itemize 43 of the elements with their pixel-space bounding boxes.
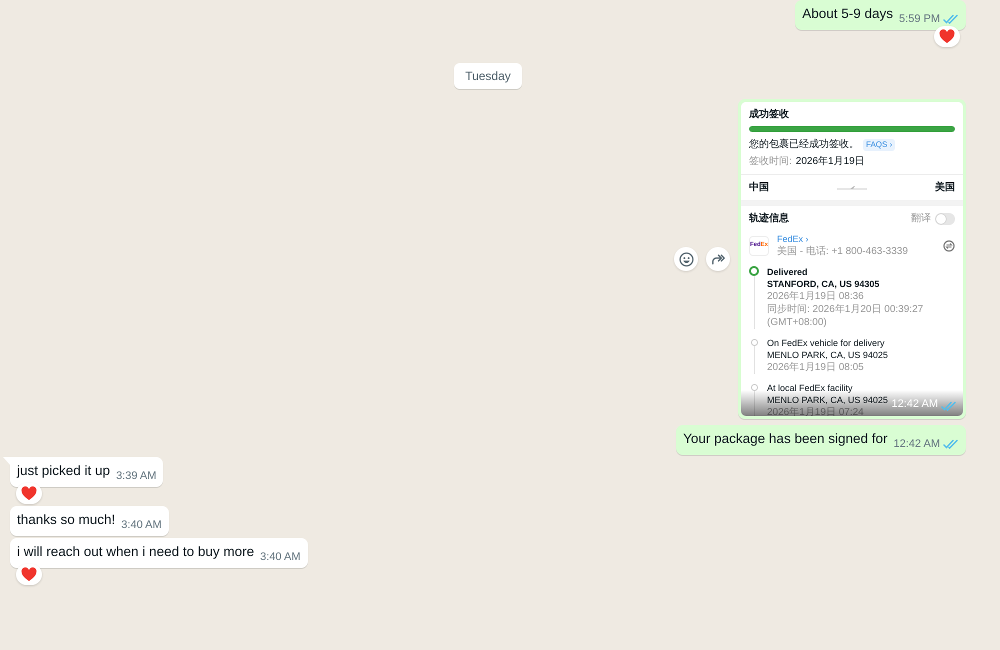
smiley-icon	[678, 250, 694, 268]
carrier-contact: 美国 - 电话: +1 800-463-3339	[777, 245, 909, 258]
message-text: About 5-9 days	[802, 6, 894, 21]
event-time: 2026年1月19日 07:24	[767, 406, 865, 416]
translate-label: 翻译	[911, 212, 931, 225]
faq-link[interactable]: FAQS ›	[863, 138, 896, 150]
event-time: 2026年1月19日 08:36	[767, 290, 865, 303]
reaction-badge[interactable]	[934, 26, 960, 47]
message-time: 3:40 AM	[260, 550, 300, 565]
reaction-badge[interactable]	[16, 483, 42, 504]
status-title: 成功签收	[749, 108, 790, 121]
circle-arrows-icon	[943, 240, 955, 252]
date-label: Tuesday	[454, 63, 522, 89]
route-icon	[837, 184, 867, 190]
event-location: MENLO PARK, CA, US 94025	[767, 349, 888, 361]
message-time: 3:39 AM	[116, 469, 156, 484]
translate-toggle[interactable]	[935, 212, 955, 224]
event-location: MENLO PARK, CA, US 94025	[767, 394, 888, 406]
sign-date: 2026年1月19日	[796, 155, 865, 168]
sign-label: 签收时间:	[749, 155, 792, 168]
image-message[interactable]	[738, 99, 966, 419]
message-text: just picked it up	[17, 463, 110, 478]
message-text: thanks so much!	[17, 512, 116, 527]
status-text: 您的包裹已经成功签收。	[749, 138, 859, 151]
message-time: 12:42 AM	[892, 396, 938, 412]
message-text: Your package has been signed for	[683, 431, 888, 446]
reaction-badge[interactable]	[16, 564, 42, 585]
forward-button[interactable]	[706, 247, 730, 271]
message-time: 12:42 AM	[894, 437, 940, 452]
event-time: 同步时间: 2026年1月20日 00:39:27 (GMT+08:00)	[767, 303, 924, 329]
message-time: 3:40 AM	[121, 518, 162, 533]
event-title: On FedEx vehicle for delivery	[767, 337, 886, 349]
carrier-link[interactable]: FedEx ›	[777, 233, 935, 245]
destination-country: 美国	[935, 181, 955, 194]
section-title: 轨迹信息	[749, 212, 789, 225]
origin-country: 中国	[749, 181, 769, 194]
event-title: Delivered	[767, 266, 809, 278]
event-title: At local FedEx facility	[767, 382, 854, 394]
emoji-button[interactable]	[674, 247, 698, 271]
message-time: 5:59 PM	[899, 12, 940, 27]
event-time: 2026年1月19日 08:05	[767, 361, 865, 374]
message-text: i will reach out when i need to buy more	[17, 544, 254, 559]
event-location: STANFORD, CA, US 94305	[767, 278, 880, 290]
